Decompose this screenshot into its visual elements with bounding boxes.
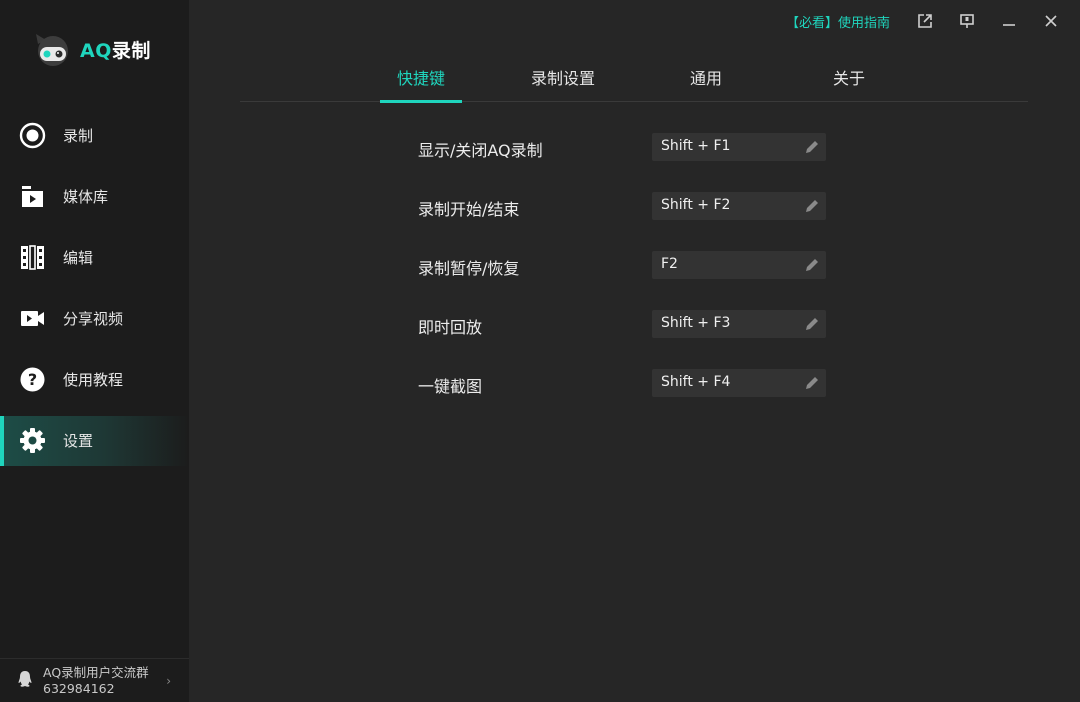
- shortcut-row: 显示/关闭AQ录制 Shift + F1: [418, 133, 828, 161]
- tab-about[interactable]: 关于: [808, 55, 890, 102]
- app-title: AQ录制: [80, 36, 151, 63]
- shortcut-row: 即时回放 Shift + F3: [418, 310, 828, 338]
- community-title: AQ录制用户交流群: [43, 664, 149, 680]
- sidebar-item-media-library[interactable]: 媒体库: [0, 171, 189, 221]
- shortcut-key-value: Shift + F3: [661, 315, 731, 331]
- shortcut-label: 录制暂停/恢复: [418, 259, 520, 278]
- app-title-suffix: 录制: [111, 39, 151, 62]
- sidebar-item-settings[interactable]: 设置: [0, 415, 189, 466]
- shortcut-key-value: Shift + F4: [661, 374, 731, 390]
- shortcut-label: 录制开始/结束: [418, 200, 520, 219]
- tab-shortcuts[interactable]: 快捷键: [380, 55, 462, 103]
- shortcut-key-field[interactable]: Shift + F3: [652, 310, 826, 338]
- minimize-icon[interactable]: [988, 8, 1030, 34]
- media-library-icon: [19, 183, 46, 210]
- sidebar: AQ录制 录制 媒体库 编辑 分享视频 ? 使用教程 设置 AQ录制用户交流群 …: [0, 0, 189, 702]
- pencil-icon[interactable]: [804, 257, 820, 273]
- community-number: 632984162: [43, 680, 115, 696]
- shortcut-label: 显示/关闭AQ录制: [418, 141, 543, 160]
- tab-general[interactable]: 通用: [665, 55, 747, 102]
- sidebar-item-share-video[interactable]: 分享视频: [0, 294, 189, 344]
- pencil-icon[interactable]: [804, 316, 820, 332]
- app-title-prefix: AQ: [80, 39, 112, 62]
- community-group-link[interactable]: AQ录制用户交流群 632984162 ›: [0, 658, 189, 702]
- shortcut-row: 录制暂停/恢复 F2: [418, 251, 828, 279]
- title-bar: 【必看】使用指南: [786, 8, 1072, 34]
- sidebar-nav: 录制 媒体库 编辑 分享视频 ? 使用教程 设置: [0, 110, 189, 477]
- pencil-icon[interactable]: [804, 139, 820, 155]
- chevron-right-icon: ›: [166, 674, 171, 688]
- shortcut-key-field[interactable]: Shift + F1: [652, 133, 826, 161]
- sidebar-item-label: 录制: [63, 126, 94, 145]
- film-edit-icon: [19, 244, 46, 271]
- gear-icon: [19, 427, 46, 454]
- pencil-icon[interactable]: [804, 375, 820, 391]
- settings-tabs: 快捷键 录制设置 通用 关于: [240, 55, 1028, 103]
- shortcut-key-field[interactable]: Shift + F4: [652, 369, 826, 397]
- shortcut-key-value: Shift + F2: [661, 197, 731, 213]
- logo-mascot-icon: [34, 30, 72, 68]
- app-logo: AQ录制: [34, 30, 151, 68]
- tab-record-settings[interactable]: 录制设置: [522, 55, 604, 102]
- shortcut-key-value: F2: [661, 256, 678, 272]
- sidebar-item-label: 分享视频: [63, 310, 124, 329]
- shortcut-key-field[interactable]: Shift + F2: [652, 192, 826, 220]
- record-icon: [19, 122, 46, 149]
- sidebar-item-label: 媒体库: [63, 187, 109, 206]
- qq-penguin-icon: [17, 670, 33, 692]
- sidebar-item-label: 设置: [63, 432, 94, 451]
- close-icon[interactable]: [1030, 8, 1072, 34]
- video-camera-icon: [19, 305, 46, 332]
- shortcut-label: 即时回放: [418, 318, 483, 337]
- shortcut-key-field[interactable]: F2: [652, 251, 826, 279]
- external-link-icon[interactable]: [904, 8, 946, 34]
- shortcut-label: 一键截图: [418, 377, 483, 396]
- sidebar-item-label: 使用教程: [63, 371, 124, 390]
- user-guide-link[interactable]: 【必看】使用指南: [786, 12, 890, 31]
- sidebar-item-edit[interactable]: 编辑: [0, 232, 189, 282]
- svg-text:?: ?: [28, 370, 37, 389]
- shortcut-key-value: Shift + F1: [661, 138, 731, 154]
- pin-icon[interactable]: [946, 8, 988, 34]
- sidebar-item-record[interactable]: 录制: [0, 110, 189, 160]
- shortcut-row: 一键截图 Shift + F4: [418, 369, 828, 397]
- shortcut-row: 录制开始/结束 Shift + F2: [418, 192, 828, 220]
- sidebar-item-label: 编辑: [63, 248, 94, 267]
- pencil-icon[interactable]: [804, 198, 820, 214]
- sidebar-item-tutorial[interactable]: ? 使用教程: [0, 355, 189, 405]
- question-icon: ?: [19, 366, 46, 393]
